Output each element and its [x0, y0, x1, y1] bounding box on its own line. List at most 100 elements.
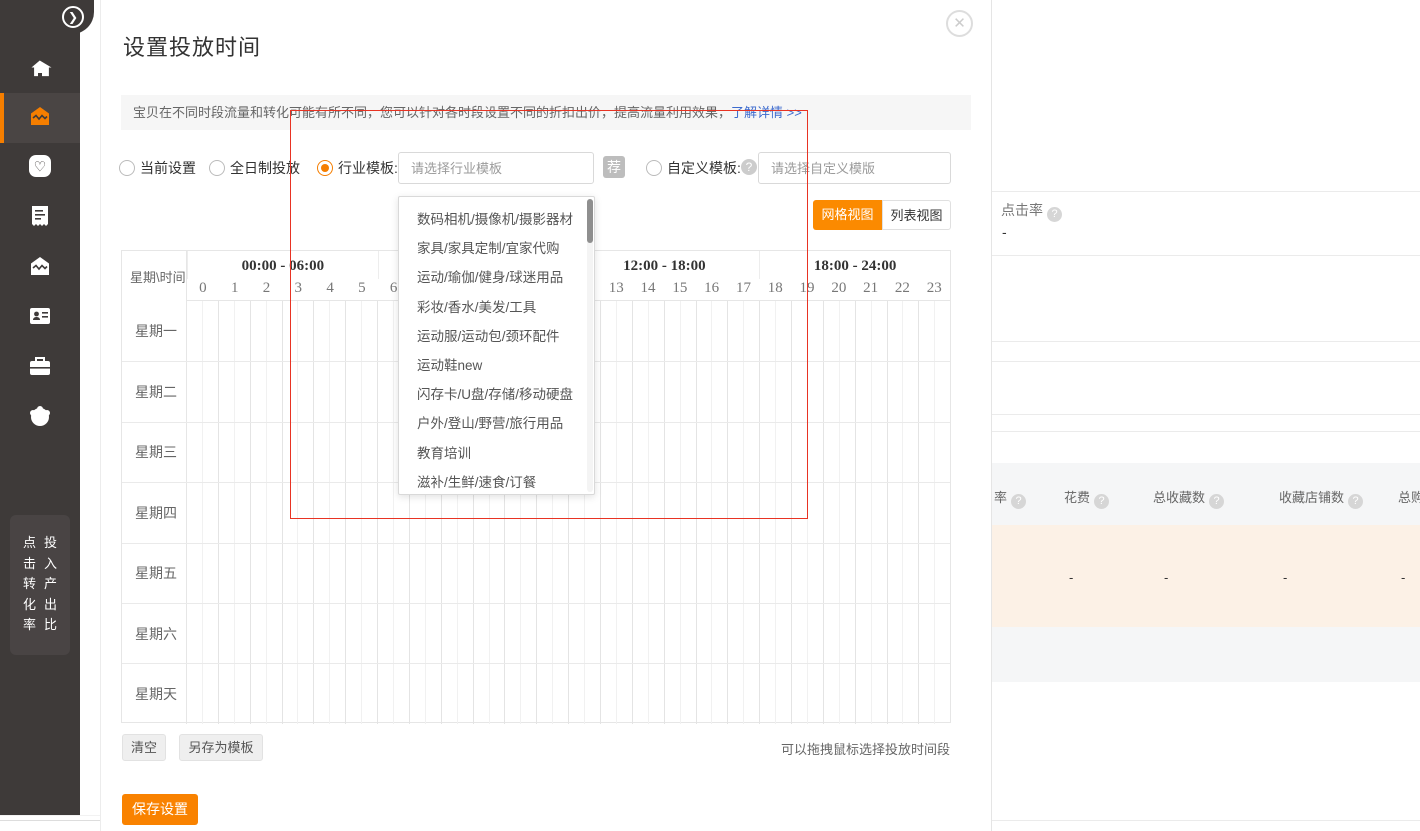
time-slot-cell[interactable]	[250, 362, 266, 421]
time-slot-cell[interactable]	[934, 301, 950, 361]
time-slot-cell[interactable]	[202, 483, 218, 542]
time-slot-cell[interactable]	[632, 423, 648, 482]
time-slot-cell[interactable]	[902, 483, 918, 542]
time-slot-cell[interactable]	[918, 544, 934, 603]
dropdown-item[interactable]: 闪存卡/U盘/存储/移动硬盘	[399, 380, 594, 409]
time-slot-cell[interactable]	[616, 544, 632, 603]
time-slot-cell[interactable]	[187, 362, 202, 421]
sidebar-item-home[interactable]	[0, 46, 80, 96]
time-slot-cell[interactable]	[250, 544, 266, 603]
help-icon[interactable]: ?	[741, 159, 757, 175]
time-slot-cell[interactable]	[871, 301, 887, 361]
dropdown-item[interactable]: 数码相机/摄像机/摄影器材	[399, 205, 594, 234]
time-slot-cell[interactable]	[934, 664, 950, 723]
learn-more-link[interactable]: 了解详情 >>	[731, 105, 802, 120]
time-slot-cell[interactable]	[918, 301, 934, 361]
time-slot-cell[interactable]	[902, 604, 918, 663]
time-slot-cell[interactable]	[664, 604, 680, 663]
save-as-template-button[interactable]: 另存为模板	[179, 734, 263, 761]
time-slot-cell[interactable]	[632, 362, 648, 421]
time-slot-cell[interactable]	[696, 544, 712, 603]
time-slot-cell[interactable]	[616, 362, 632, 421]
time-slot-cell[interactable]	[297, 423, 313, 482]
time-slot-cell[interactable]	[377, 664, 393, 723]
time-slot-cell[interactable]	[727, 423, 743, 482]
time-slot-cell[interactable]	[489, 664, 505, 723]
dropdown-item[interactable]: 教育培训	[399, 439, 594, 468]
time-slot-cell[interactable]	[711, 483, 727, 542]
sidebar-item-heart[interactable]: ♡	[0, 143, 80, 193]
time-slot-cell[interactable]	[202, 664, 218, 723]
time-slot-cell[interactable]	[775, 362, 791, 421]
time-slot-cell[interactable]	[791, 362, 807, 421]
time-slot-cell[interactable]	[664, 301, 680, 361]
time-slot-cell[interactable]	[696, 483, 712, 542]
clear-button[interactable]: 清空	[122, 734, 166, 761]
time-slot-cell[interactable]	[297, 301, 313, 361]
radio-all-day[interactable]: 全日制投放	[209, 152, 300, 184]
time-slot-cell[interactable]	[282, 423, 298, 482]
time-slot-cell[interactable]	[584, 604, 600, 663]
list-view-button[interactable]: 列表视图	[882, 200, 951, 230]
time-slot-cell[interactable]	[218, 604, 234, 663]
time-slot-cell[interactable]	[823, 483, 839, 542]
time-slot-cell[interactable]	[584, 544, 600, 603]
time-slot-cell[interactable]	[202, 604, 218, 663]
time-slot-cell[interactable]	[489, 604, 505, 663]
time-slot-cell[interactable]	[377, 301, 393, 361]
time-slot-cell[interactable]	[680, 423, 696, 482]
time-slot-cell[interactable]	[823, 301, 839, 361]
sidebar-item-store-bag[interactable]	[0, 243, 80, 293]
time-slot-cell[interactable]	[791, 544, 807, 603]
time-slot-cell[interactable]	[600, 483, 616, 542]
time-slot-cell[interactable]	[457, 544, 473, 603]
radio-custom-template[interactable]: 自定义模板:	[646, 152, 741, 184]
time-slot-cell[interactable]	[297, 544, 313, 603]
time-slot-cell[interactable]	[361, 483, 377, 542]
time-slot-cell[interactable]	[902, 423, 918, 482]
time-slot-cell[interactable]	[887, 362, 903, 421]
time-slot-cell[interactable]	[552, 544, 568, 603]
time-slot-cell[interactable]	[361, 362, 377, 421]
time-slot-cell[interactable]	[855, 544, 871, 603]
time-slot-cell[interactable]	[632, 483, 648, 542]
time-slot-cell[interactable]	[839, 664, 855, 723]
time-slot-cell[interactable]	[775, 604, 791, 663]
time-slot-cell[interactable]	[807, 301, 823, 361]
time-slot-cell[interactable]	[632, 604, 648, 663]
time-slot-cell[interactable]	[361, 301, 377, 361]
time-slot-cell[interactable]	[648, 423, 664, 482]
time-slot-cell[interactable]	[187, 483, 202, 542]
time-slot-cell[interactable]	[855, 362, 871, 421]
time-slot-cell[interactable]	[727, 483, 743, 542]
time-slot-cell[interactable]	[329, 301, 345, 361]
time-slot-cell[interactable]	[600, 664, 616, 723]
time-slot-cell[interactable]	[250, 664, 266, 723]
time-slot-cell[interactable]	[759, 604, 775, 663]
custom-template-input[interactable]	[758, 152, 951, 184]
help-icon[interactable]: ?	[1011, 494, 1026, 509]
time-slot-cell[interactable]	[696, 604, 712, 663]
dropdown-item[interactable]: 彩妆/香水/美发/工具	[399, 293, 594, 322]
time-slot-cell[interactable]	[329, 362, 345, 421]
time-slot-cell[interactable]	[329, 604, 345, 663]
time-slot-cell[interactable]	[807, 544, 823, 603]
time-slot-cell[interactable]	[361, 604, 377, 663]
time-slot-cell[interactable]	[680, 483, 696, 542]
time-slot-cell[interactable]	[632, 544, 648, 603]
time-slot-cell[interactable]	[441, 604, 457, 663]
time-slot-cell[interactable]	[902, 664, 918, 723]
time-slot-cell[interactable]	[536, 604, 552, 663]
time-slot-cell[interactable]	[425, 664, 441, 723]
time-slot-cell[interactable]	[202, 423, 218, 482]
time-slot-cell[interactable]	[250, 301, 266, 361]
time-slot-cell[interactable]	[187, 664, 202, 723]
time-slot-cell[interactable]	[934, 544, 950, 603]
time-slot-cell[interactable]	[887, 544, 903, 603]
time-slot-cell[interactable]	[823, 544, 839, 603]
time-slot-cell[interactable]	[234, 423, 250, 482]
time-slot-cell[interactable]	[218, 301, 234, 361]
dropdown-item[interactable]: 家具/家具定制/宜家代购	[399, 234, 594, 263]
time-slot-cell[interactable]	[345, 301, 361, 361]
time-slot-cell[interactable]	[234, 664, 250, 723]
